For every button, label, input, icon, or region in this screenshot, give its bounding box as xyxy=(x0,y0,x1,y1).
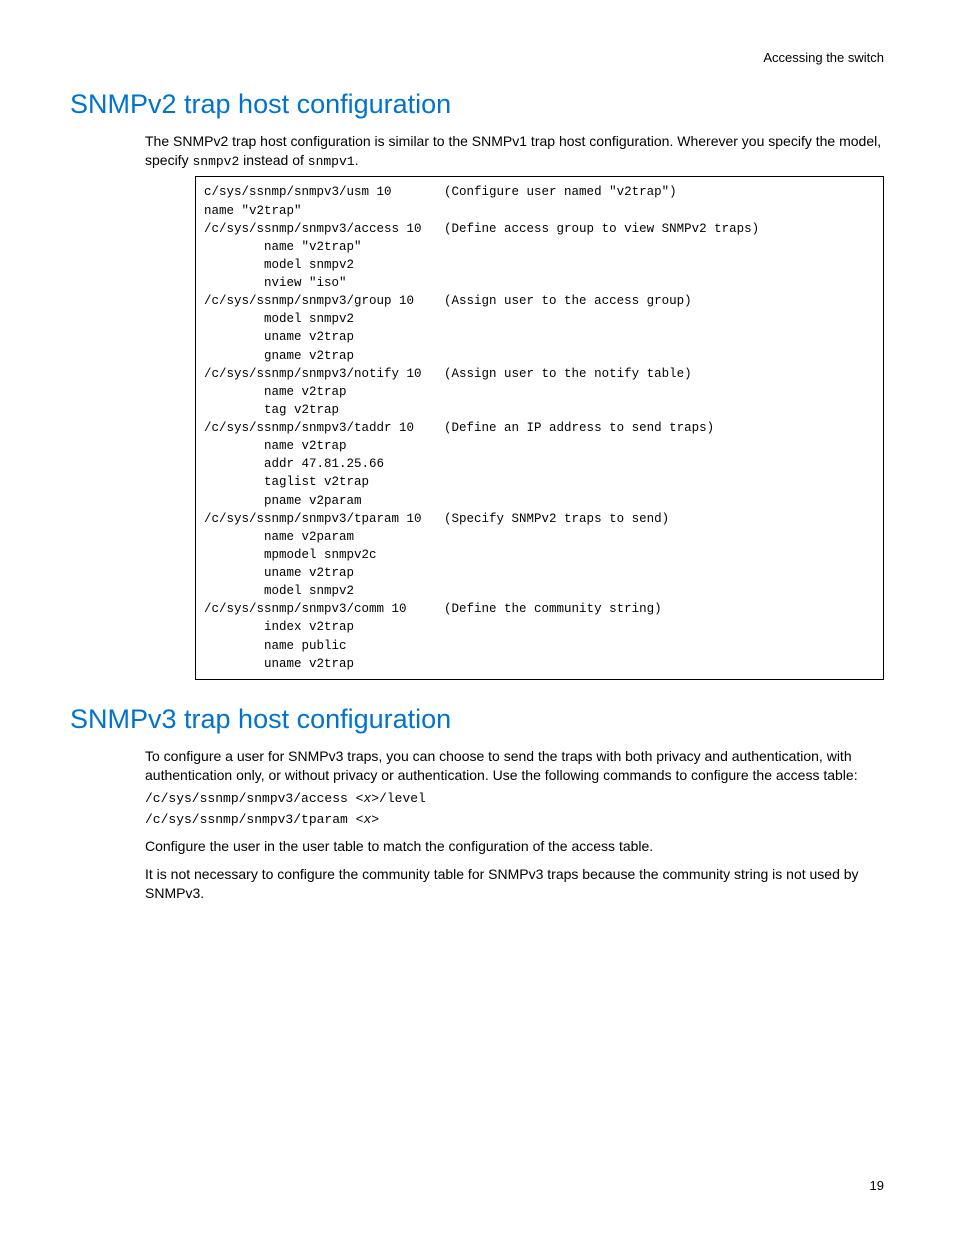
section-2-p2: Configure the user in the user table to … xyxy=(145,837,884,856)
inline-code-snmpv2: snmpv2 xyxy=(192,154,239,169)
section-2-p1: To configure a user for SNMPv3 traps, yo… xyxy=(145,747,884,785)
cmd2-post: > xyxy=(371,812,379,827)
section-1-title: SNMPv2 trap host configuration xyxy=(70,89,884,120)
cmd2-pre: /c/sys/ssnmp/snmpv3/tparam < xyxy=(145,812,363,827)
command-line-2: /c/sys/ssnmp/snmpv3/tparam <x> xyxy=(145,812,884,827)
command-line-1: /c/sys/ssnmp/snmpv3/access <x>/level xyxy=(145,791,884,806)
intro-text-2: instead of xyxy=(239,152,308,168)
inline-code-snmpv1: snmpv1 xyxy=(308,154,355,169)
section-1-intro: The SNMPv2 trap host configuration is si… xyxy=(145,132,884,170)
intro-text-3: . xyxy=(355,152,359,168)
section-2-title: SNMPv3 trap host configuration xyxy=(70,704,884,735)
code-box: c/sys/ssnmp/snmpv3/usm 10 (Configure use… xyxy=(195,176,884,679)
section-2-p3: It is not necessary to configure the com… xyxy=(145,865,884,903)
header-right: Accessing the switch xyxy=(70,50,884,65)
cmd1-post: >/level xyxy=(371,791,426,806)
cmd1-pre: /c/sys/ssnmp/snmpv3/access < xyxy=(145,791,363,806)
page-number: 19 xyxy=(870,1178,884,1193)
